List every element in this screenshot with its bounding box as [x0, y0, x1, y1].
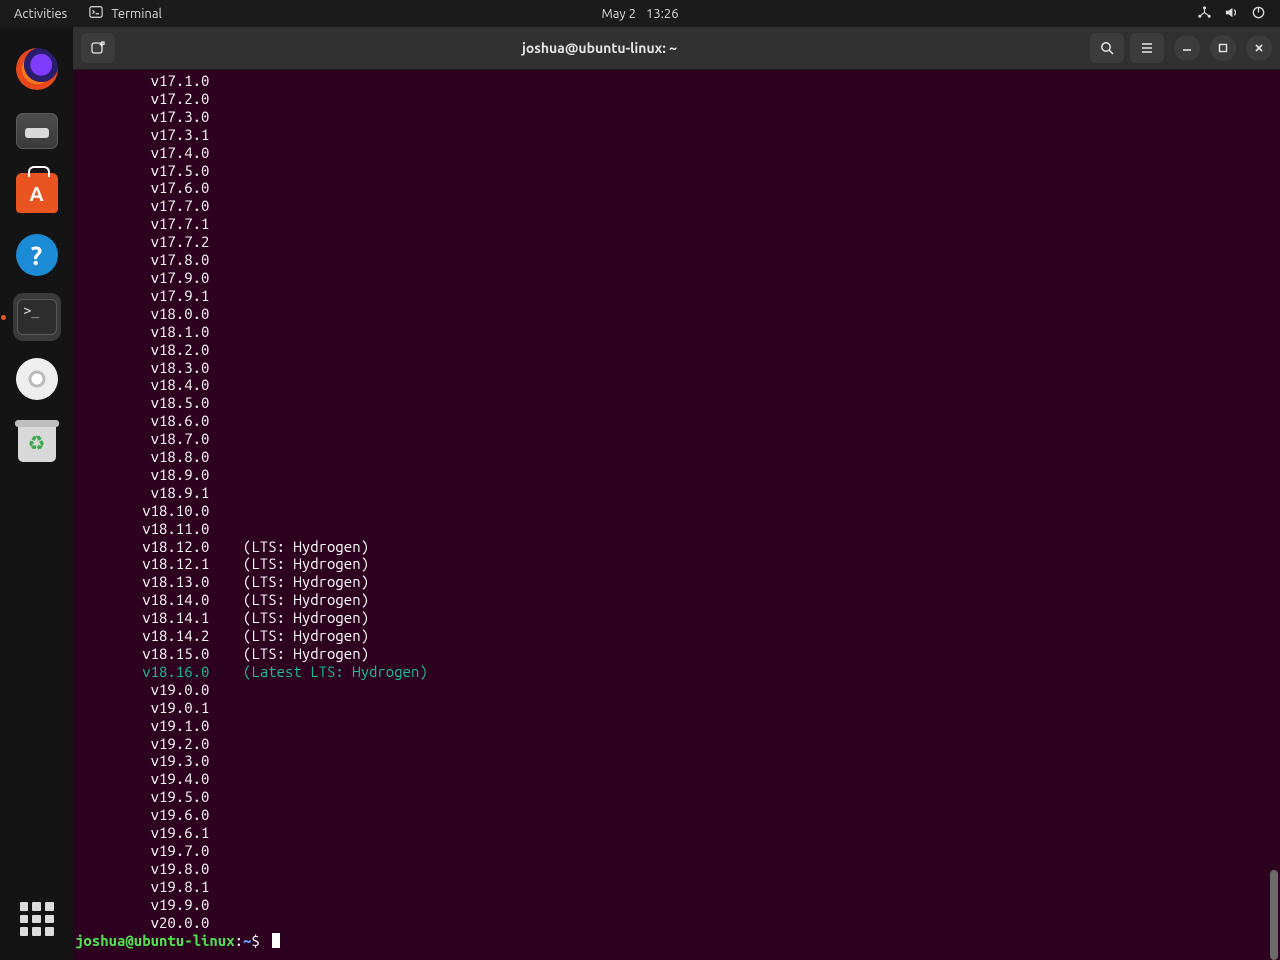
version-line: v17.2.0 — [75, 90, 1280, 108]
version-line: v17.9.1 — [75, 287, 1280, 305]
minimize-button[interactable] — [1174, 35, 1200, 61]
clock-date: May 2 — [601, 7, 636, 21]
version-line: v18.13.0 (LTS: Hydrogen) — [75, 573, 1280, 591]
scrollbar-thumb[interactable] — [1270, 870, 1278, 960]
prompt-user-host: joshua@ubuntu-linux — [75, 932, 235, 949]
files-icon — [16, 113, 58, 149]
trash-icon — [18, 420, 56, 462]
version-line: v18.10.0 — [75, 502, 1280, 520]
version-line: v18.14.1 (LTS: Hydrogen) — [75, 609, 1280, 627]
network-icon — [1197, 5, 1212, 23]
version-line: v18.7.0 — [75, 430, 1280, 448]
version-line: v17.6.0 — [75, 179, 1280, 197]
version-line: v17.7.2 — [75, 233, 1280, 251]
version-line: v19.7.0 — [75, 842, 1280, 860]
minimize-icon — [1181, 42, 1193, 54]
version-line: v19.0.0 — [75, 681, 1280, 699]
version-line: v17.4.0 — [75, 144, 1280, 162]
version-line: v18.15.0 (LTS: Hydrogen) — [75, 645, 1280, 663]
prompt-line[interactable]: joshua@ubuntu-linux:~$ — [75, 932, 1280, 950]
prompt-colon: : — [235, 932, 243, 949]
version-line: v18.11.0 — [75, 520, 1280, 538]
app-menu-label: Terminal — [111, 7, 162, 21]
dock-help[interactable]: ? — [13, 231, 61, 279]
version-line: v19.6.0 — [75, 806, 1280, 824]
version-line: v18.6.0 — [75, 412, 1280, 430]
version-line: v19.4.0 — [75, 770, 1280, 788]
version-line: v18.8.0 — [75, 448, 1280, 466]
version-line: v18.2.0 — [75, 341, 1280, 359]
disc-icon — [16, 358, 58, 400]
search-icon — [1099, 40, 1115, 56]
window-title: joshua@ubuntu-linux: ~ — [115, 40, 1084, 56]
version-line: v18.12.0 (LTS: Hydrogen) — [75, 538, 1280, 556]
version-line: v18.14.2 (LTS: Hydrogen) — [75, 627, 1280, 645]
version-line: v19.9.0 — [75, 896, 1280, 914]
version-line: v18.14.0 (LTS: Hydrogen) — [75, 591, 1280, 609]
dock-firefox[interactable] — [13, 45, 61, 93]
version-line: v17.7.1 — [75, 215, 1280, 233]
search-button[interactable] — [1090, 33, 1124, 63]
version-line: v18.9.0 — [75, 466, 1280, 484]
version-line: v17.9.0 — [75, 269, 1280, 287]
power-icon — [1251, 5, 1266, 23]
dock: ? — [0, 27, 73, 960]
version-line: v19.0.1 — [75, 699, 1280, 717]
dock-terminal[interactable] — [13, 293, 61, 341]
terminal-icon — [17, 299, 57, 335]
status-area[interactable] — [1197, 5, 1280, 23]
version-line: v17.8.0 — [75, 251, 1280, 269]
version-line: v17.3.0 — [75, 108, 1280, 126]
version-line: v19.2.0 — [75, 735, 1280, 753]
activities-button[interactable]: Activities — [0, 7, 81, 21]
version-line: v19.8.1 — [75, 878, 1280, 896]
version-line: v17.5.0 — [75, 162, 1280, 180]
dock-software[interactable] — [13, 169, 61, 217]
dock-trash[interactable] — [13, 417, 61, 465]
hamburger-icon — [1139, 40, 1155, 56]
cursor — [272, 933, 280, 948]
hamburger-menu-button[interactable] — [1130, 33, 1164, 63]
version-line: v18.0.0 — [75, 305, 1280, 323]
version-line: v18.4.0 — [75, 376, 1280, 394]
version-line-latest: v18.16.0 (Latest LTS: Hydrogen) — [75, 663, 1280, 681]
version-line: v18.9.1 — [75, 484, 1280, 502]
dock-disc[interactable] — [13, 355, 61, 403]
version-line: v19.3.0 — [75, 752, 1280, 770]
version-line: v18.3.0 — [75, 359, 1280, 377]
new-tab-icon — [90, 40, 106, 56]
close-button[interactable] — [1246, 35, 1272, 61]
maximize-icon — [1217, 42, 1229, 54]
gnome-topbar: Activities Terminal May 2 13:26 — [0, 0, 1280, 27]
version-line: v19.8.0 — [75, 860, 1280, 878]
terminal-body[interactable]: v17.1.0 v17.2.0 v17.3.0 v17.3.1 v17.4.0 … — [73, 70, 1280, 960]
clock-time: 13:26 — [646, 7, 679, 21]
software-icon — [16, 173, 58, 213]
terminal-header: joshua@ubuntu-linux: ~ — [73, 27, 1280, 70]
help-icon: ? — [16, 234, 58, 276]
volume-icon — [1224, 5, 1239, 23]
app-menu[interactable]: Terminal — [81, 5, 170, 22]
version-line: v18.12.1 (LTS: Hydrogen) — [75, 555, 1280, 573]
prompt-symbol: $ — [251, 932, 268, 949]
version-line: v17.1.0 — [75, 72, 1280, 90]
clock[interactable]: May 2 13:26 — [601, 7, 678, 21]
version-line: v20.0.0 — [75, 914, 1280, 932]
maximize-button[interactable] — [1210, 35, 1236, 61]
terminal-menu-icon — [89, 5, 103, 22]
version-line: v18.5.0 — [75, 394, 1280, 412]
version-line: v19.1.0 — [75, 717, 1280, 735]
new-tab-button[interactable] — [81, 33, 115, 63]
version-line: v18.1.0 — [75, 323, 1280, 341]
version-line: v17.7.0 — [75, 197, 1280, 215]
dock-files[interactable] — [13, 107, 61, 155]
show-applications-button[interactable] — [20, 902, 54, 936]
version-line: v19.6.1 — [75, 824, 1280, 842]
firefox-icon — [16, 48, 58, 90]
terminal-window: joshua@ubuntu-linux: ~ v17.1.0 v17.2.0 v… — [73, 27, 1280, 960]
close-icon — [1253, 42, 1265, 54]
version-line: v17.3.1 — [75, 126, 1280, 144]
version-line: v19.5.0 — [75, 788, 1280, 806]
